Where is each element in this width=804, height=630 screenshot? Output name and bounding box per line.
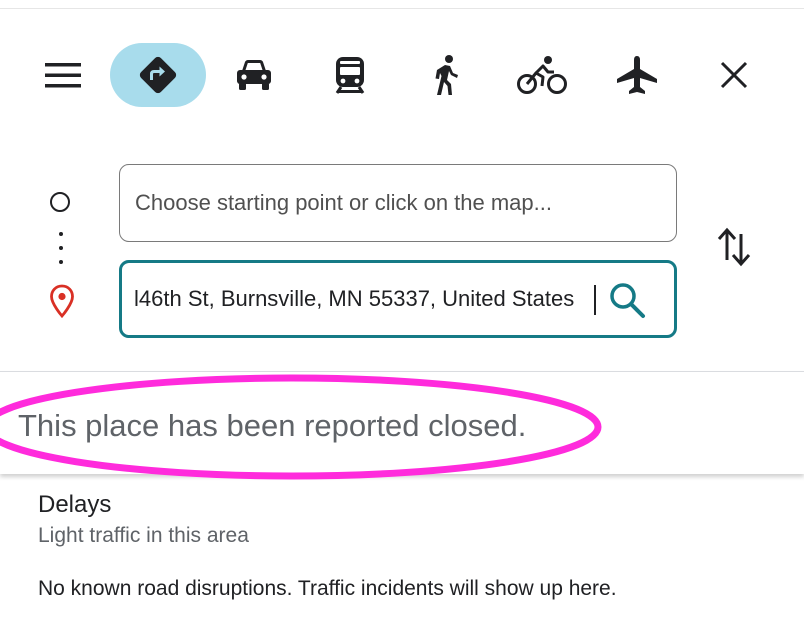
- mode-flights-button[interactable]: [605, 43, 669, 107]
- train-icon: [335, 57, 365, 94]
- car-icon: [237, 60, 271, 90]
- destination-pin-icon: [50, 284, 74, 318]
- delays-description: No known road disruptions. Traffic incid…: [38, 577, 617, 600]
- top-divider: [0, 8, 804, 9]
- hamburger-menu-icon: [45, 63, 81, 88]
- mode-walking-button[interactable]: [414, 43, 478, 107]
- text-caret: [594, 285, 596, 315]
- delays-subtitle: Light traffic in this area: [38, 524, 249, 547]
- search-button[interactable]: [602, 275, 652, 325]
- mode-driving-button[interactable]: [222, 43, 286, 107]
- starting-point-field[interactable]: [119, 164, 677, 242]
- destination-field[interactable]: l46th St, Burnsville, MN 55337, United S…: [119, 260, 677, 338]
- bicycle-icon: [517, 56, 567, 94]
- delays-heading: Delays: [38, 491, 112, 518]
- close-directions-button[interactable]: [702, 43, 766, 107]
- walking-person-icon: [435, 55, 458, 95]
- highlight-annotation-ellipse: [0, 374, 602, 480]
- start-point-marker: [50, 192, 70, 212]
- directions-panel: l46th St, Burnsville, MN 55337, United S…: [0, 0, 804, 630]
- swap-start-destination-button[interactable]: [712, 224, 756, 270]
- close-icon: [720, 61, 748, 89]
- mode-transit-button[interactable]: [318, 43, 382, 107]
- menu-button[interactable]: [32, 43, 96, 107]
- destination-input-value[interactable]: l46th St, Burnsville, MN 55337, United S…: [134, 286, 574, 312]
- airplane-icon: [617, 56, 657, 94]
- mode-cycling-button[interactable]: [510, 43, 574, 107]
- starting-point-input[interactable]: [120, 189, 676, 217]
- search-icon: [610, 283, 645, 318]
- route-connector-dots: [59, 232, 63, 266]
- directions-diamond-icon: [139, 56, 177, 94]
- mode-best-route-button[interactable]: [110, 43, 206, 107]
- swap-vertical-arrows-icon: [717, 227, 751, 267]
